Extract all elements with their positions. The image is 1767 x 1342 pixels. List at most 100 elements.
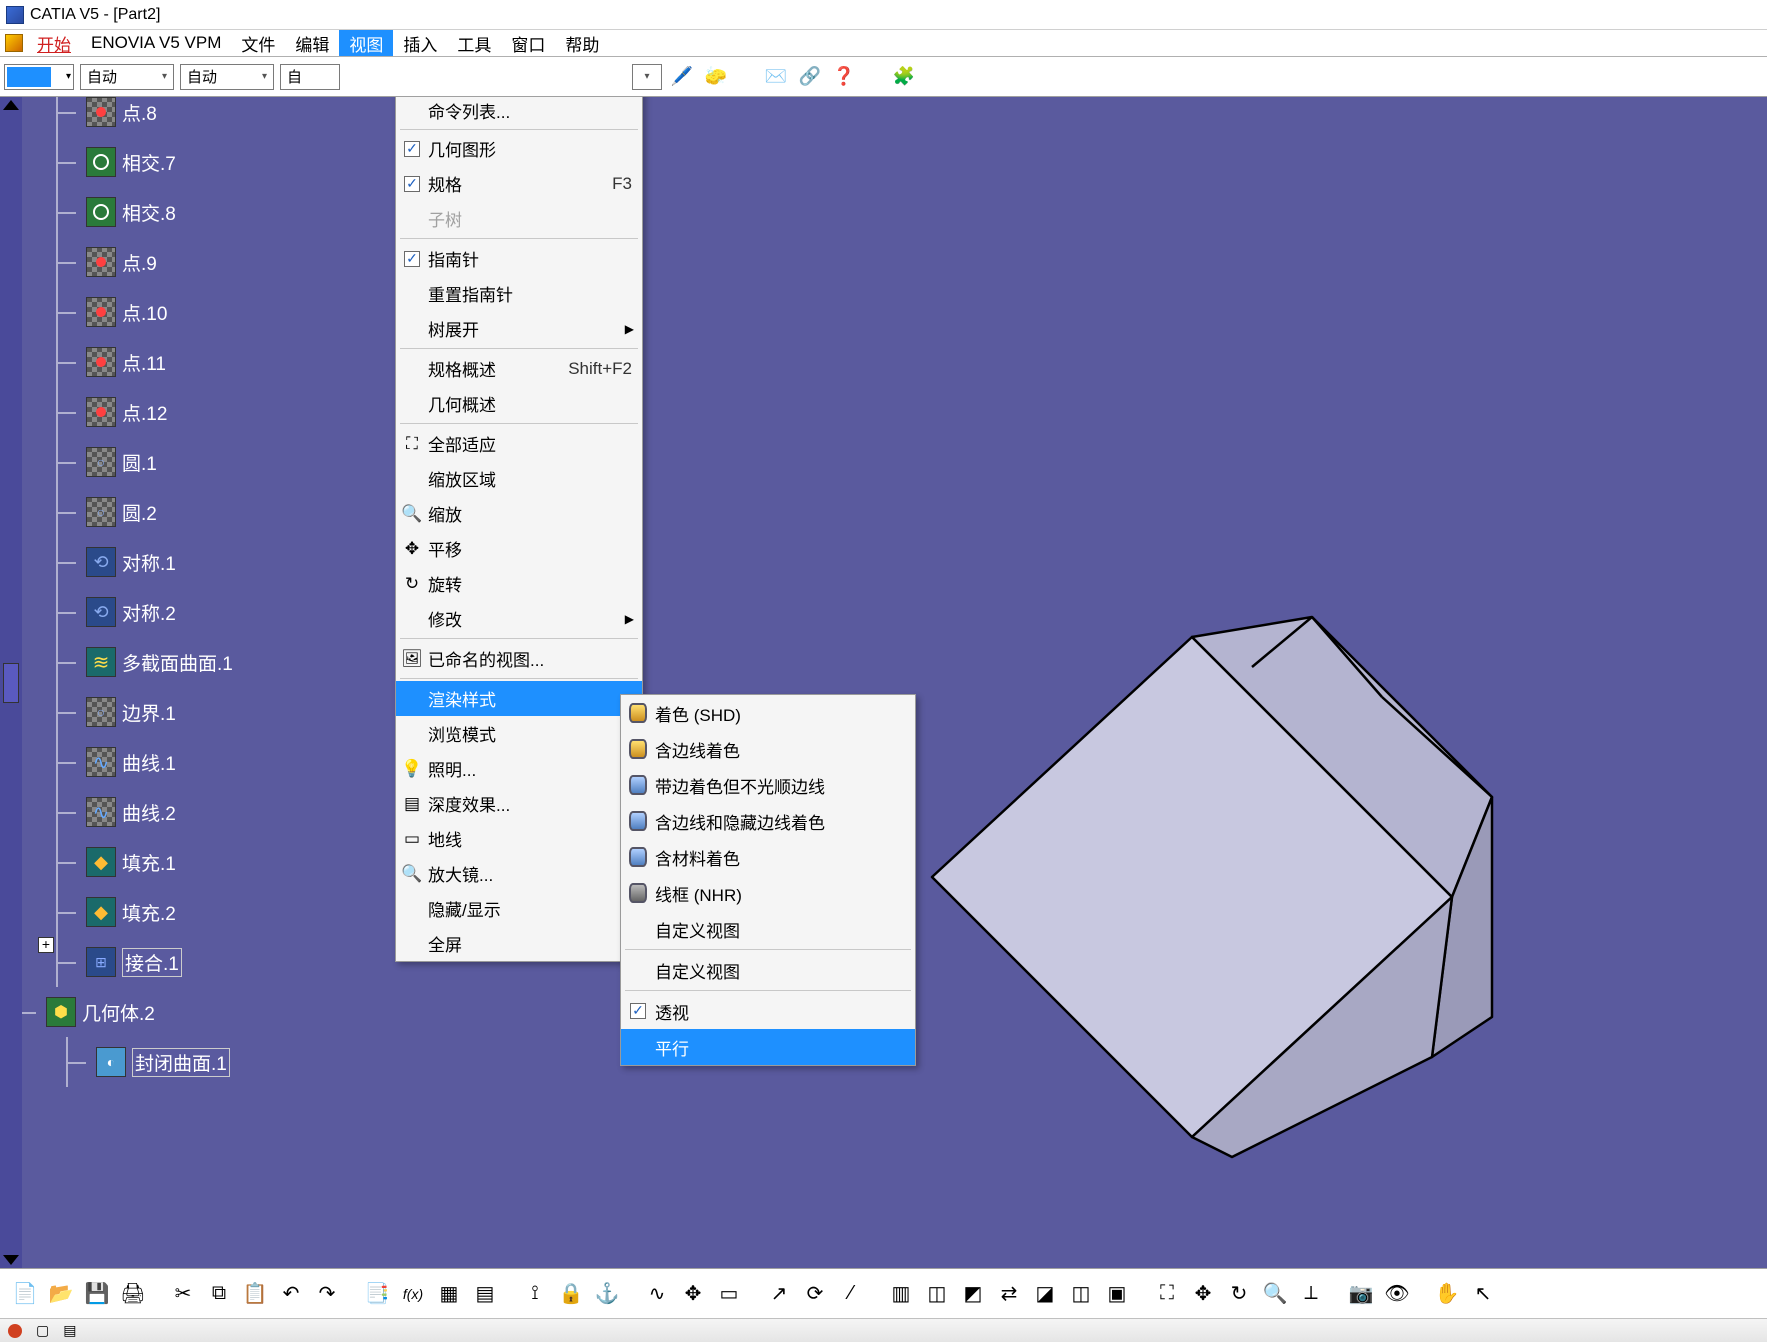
menu-item[interactable]: ✓指南针: [396, 241, 642, 276]
menu-item[interactable]: ▤深度效果...: [396, 786, 642, 821]
view3-icon[interactable]: ▣: [1100, 1277, 1134, 1311]
menu-start[interactable]: 开始: [27, 30, 81, 56]
scroll-thumb[interactable]: [3, 663, 19, 703]
menu-window[interactable]: 窗口: [501, 30, 555, 56]
menu-item[interactable]: 浏览模式▶: [396, 716, 642, 751]
tree-item[interactable]: 点.9: [40, 237, 233, 287]
menu-item[interactable]: 修改▶: [396, 601, 642, 636]
menu-item[interactable]: 全屏: [396, 926, 642, 961]
grid-icon[interactable]: ▤: [468, 1277, 502, 1311]
tree-item[interactable]: ⟲对称.1: [40, 537, 233, 587]
table-icon[interactable]: ▦: [432, 1277, 466, 1311]
back-view-icon[interactable]: ◩: [956, 1277, 990, 1311]
viewport-3d[interactable]: 点.8相交.7相交.8点.9点.10点.11点.12○圆.1○圆.2⟲对称.1⟲…: [22, 97, 1767, 1268]
constrain-icon[interactable]: ⟟: [518, 1277, 552, 1311]
open-icon[interactable]: 📂: [44, 1277, 78, 1311]
zoom-icon[interactable]: 🔍: [1258, 1277, 1292, 1311]
tree-item[interactable]: ○圆.2: [40, 487, 233, 537]
submenu-item[interactable]: 平行: [621, 1029, 915, 1065]
tree-item[interactable]: 点.11: [40, 337, 233, 387]
hand-icon[interactable]: ✋: [1430, 1277, 1464, 1311]
hide-show-icon[interactable]: 👁: [1380, 1277, 1414, 1311]
model-3d[interactable]: [892, 597, 1512, 1217]
submenu-item[interactable]: 着色 (SHD): [621, 695, 915, 731]
menu-file[interactable]: 文件: [231, 30, 285, 56]
fit-all-icon[interactable]: ⛶: [1150, 1277, 1184, 1311]
rotate-icon[interactable]: ↻: [1222, 1277, 1256, 1311]
combo-auto-3[interactable]: 自: [280, 64, 340, 90]
menu-item[interactable]: ↻旋转: [396, 566, 642, 601]
workbench-icon[interactable]: 🧩: [890, 63, 918, 91]
multi-view-icon[interactable]: ▥: [884, 1277, 918, 1311]
paste-icon[interactable]: 📋: [238, 1277, 272, 1311]
submenu-item[interactable]: 线框 (NHR): [621, 875, 915, 911]
lock-icon[interactable]: 🔒: [554, 1277, 588, 1311]
pan-icon[interactable]: ✥: [1186, 1277, 1220, 1311]
menu-item[interactable]: ✓几何图形: [396, 131, 642, 166]
menu-tools[interactable]: 工具: [447, 30, 501, 56]
combo-small[interactable]: ▾: [632, 64, 662, 90]
menu-enovia[interactable]: ENOVIA V5 VPM: [81, 30, 231, 56]
submenu-item[interactable]: 带边着色但不光顺边线: [621, 767, 915, 803]
link1-icon[interactable]: 🔗: [796, 63, 824, 91]
menu-edit[interactable]: 编辑: [285, 30, 339, 56]
iso-view-icon[interactable]: ◫: [920, 1277, 954, 1311]
menu-item[interactable]: ⛶全部适应: [396, 426, 642, 461]
tree-item[interactable]: ∿曲线.2: [40, 787, 233, 837]
save-icon[interactable]: 💾: [80, 1277, 114, 1311]
tree-item[interactable]: 相交.7: [40, 137, 233, 187]
submenu-item[interactable]: 自定义视图: [621, 911, 915, 947]
menu-item[interactable]: 规格概述Shift+F2: [396, 351, 642, 386]
tree-item[interactable]: ◆填充.2: [40, 887, 233, 937]
menu-item[interactable]: ✥平移: [396, 531, 642, 566]
fx-icon[interactable]: f(x): [396, 1277, 430, 1311]
anchor-icon[interactable]: ⚓: [590, 1277, 624, 1311]
tree-item[interactable]: 点.12: [40, 387, 233, 437]
undo-icon[interactable]: ↶: [274, 1277, 308, 1311]
tree-item[interactable]: ≋多截面曲面.1: [40, 637, 233, 687]
menu-item[interactable]: 隐藏/显示▶: [396, 891, 642, 926]
tree-item[interactable]: ○边界.1: [40, 687, 233, 737]
combo-auto-1[interactable]: 自动▾: [80, 64, 174, 90]
tree-item[interactable]: ⟲对称.2: [40, 587, 233, 637]
camera-icon[interactable]: 📷: [1344, 1277, 1378, 1311]
color-picker[interactable]: ▾: [4, 64, 74, 90]
cursor-icon[interactable]: ↖: [1466, 1277, 1500, 1311]
submenu-item[interactable]: 含边线着色: [621, 731, 915, 767]
submenu-item[interactable]: 含边线和隐藏边线着色: [621, 803, 915, 839]
menu-item[interactable]: 几何概述: [396, 386, 642, 421]
menu-item[interactable]: 命令列表...: [396, 97, 642, 128]
tree-item[interactable]: −⬢几何体.2: [22, 987, 233, 1037]
tree-expand-icon[interactable]: +: [38, 937, 54, 953]
tree-item[interactable]: ◆填充.1: [40, 837, 233, 887]
menu-item[interactable]: 渲染样式▶: [396, 681, 642, 716]
cut-icon[interactable]: ✂: [166, 1277, 200, 1311]
menu-view[interactable]: 视图: [339, 30, 393, 56]
tree-item[interactable]: 点.10: [40, 287, 233, 337]
tree-scrollbar[interactable]: [0, 97, 22, 1268]
combo-auto-2[interactable]: 自动▾: [180, 64, 274, 90]
redo-icon[interactable]: ↷: [310, 1277, 344, 1311]
menu-item[interactable]: 树展开▶: [396, 311, 642, 346]
view1-icon[interactable]: ◪: [1028, 1277, 1062, 1311]
pan-grab-icon[interactable]: ✥: [676, 1277, 710, 1311]
tree-item[interactable]: +⊞接合.1: [40, 937, 233, 987]
eraser-icon[interactable]: 🧽: [702, 63, 730, 91]
submenu-item[interactable]: 自定义视图: [621, 952, 915, 988]
tree-item[interactable]: ○圆.1: [40, 437, 233, 487]
copy-icon[interactable]: ⧉: [202, 1277, 236, 1311]
menu-item[interactable]: 重置指南针: [396, 276, 642, 311]
menu-item[interactable]: ▭地线: [396, 821, 642, 856]
menu-help[interactable]: 帮助: [555, 30, 609, 56]
slash-icon[interactable]: ⁄: [834, 1277, 868, 1311]
scroll-down-icon[interactable]: [3, 1255, 19, 1265]
swap-view-icon[interactable]: ⇄: [992, 1277, 1026, 1311]
menu-item[interactable]: 🔍缩放: [396, 496, 642, 531]
rectangle-icon[interactable]: ▭: [712, 1277, 746, 1311]
menu-item[interactable]: 🖼已命名的视图...: [396, 641, 642, 676]
menu-item[interactable]: 🔍放大镜...: [396, 856, 642, 891]
sheet-icon[interactable]: 📑: [360, 1277, 394, 1311]
tree-item[interactable]: ∿曲线.1: [40, 737, 233, 787]
line-icon[interactable]: ∿: [640, 1277, 674, 1311]
tree-item[interactable]: 点.8: [40, 97, 233, 137]
